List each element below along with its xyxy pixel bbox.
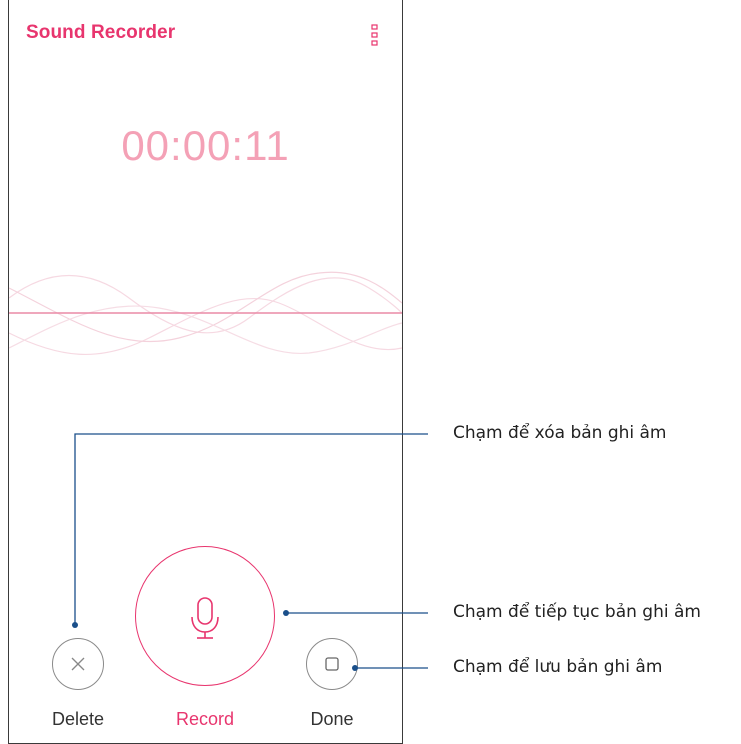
- overflow-menu-icon[interactable]: [371, 24, 379, 46]
- waveform-visualizer: [9, 271, 402, 356]
- callout-delete: Chạm để xóa bản ghi âm: [453, 423, 667, 443]
- delete-label: Delete: [51, 709, 105, 729]
- record-button[interactable]: [135, 546, 275, 686]
- done-label: Done: [310, 709, 354, 729]
- record-label: Record: [175, 709, 235, 729]
- stop-icon: [325, 657, 339, 671]
- callout-record: Chạm để tiếp tục bản ghi âm: [453, 602, 701, 622]
- microphone-icon: [190, 596, 219, 639]
- done-button[interactable]: [306, 638, 358, 690]
- close-icon: [71, 657, 85, 671]
- phone-screen: Sound Recorder 00:00:11 Delete Record Do…: [8, 0, 403, 744]
- app-title: Sound Recorder: [26, 22, 176, 43]
- delete-button[interactable]: [52, 638, 104, 690]
- elapsed-timer: 00:00:11: [121, 122, 290, 169]
- callout-done: Chạm để lưu bản ghi âm: [453, 657, 663, 677]
